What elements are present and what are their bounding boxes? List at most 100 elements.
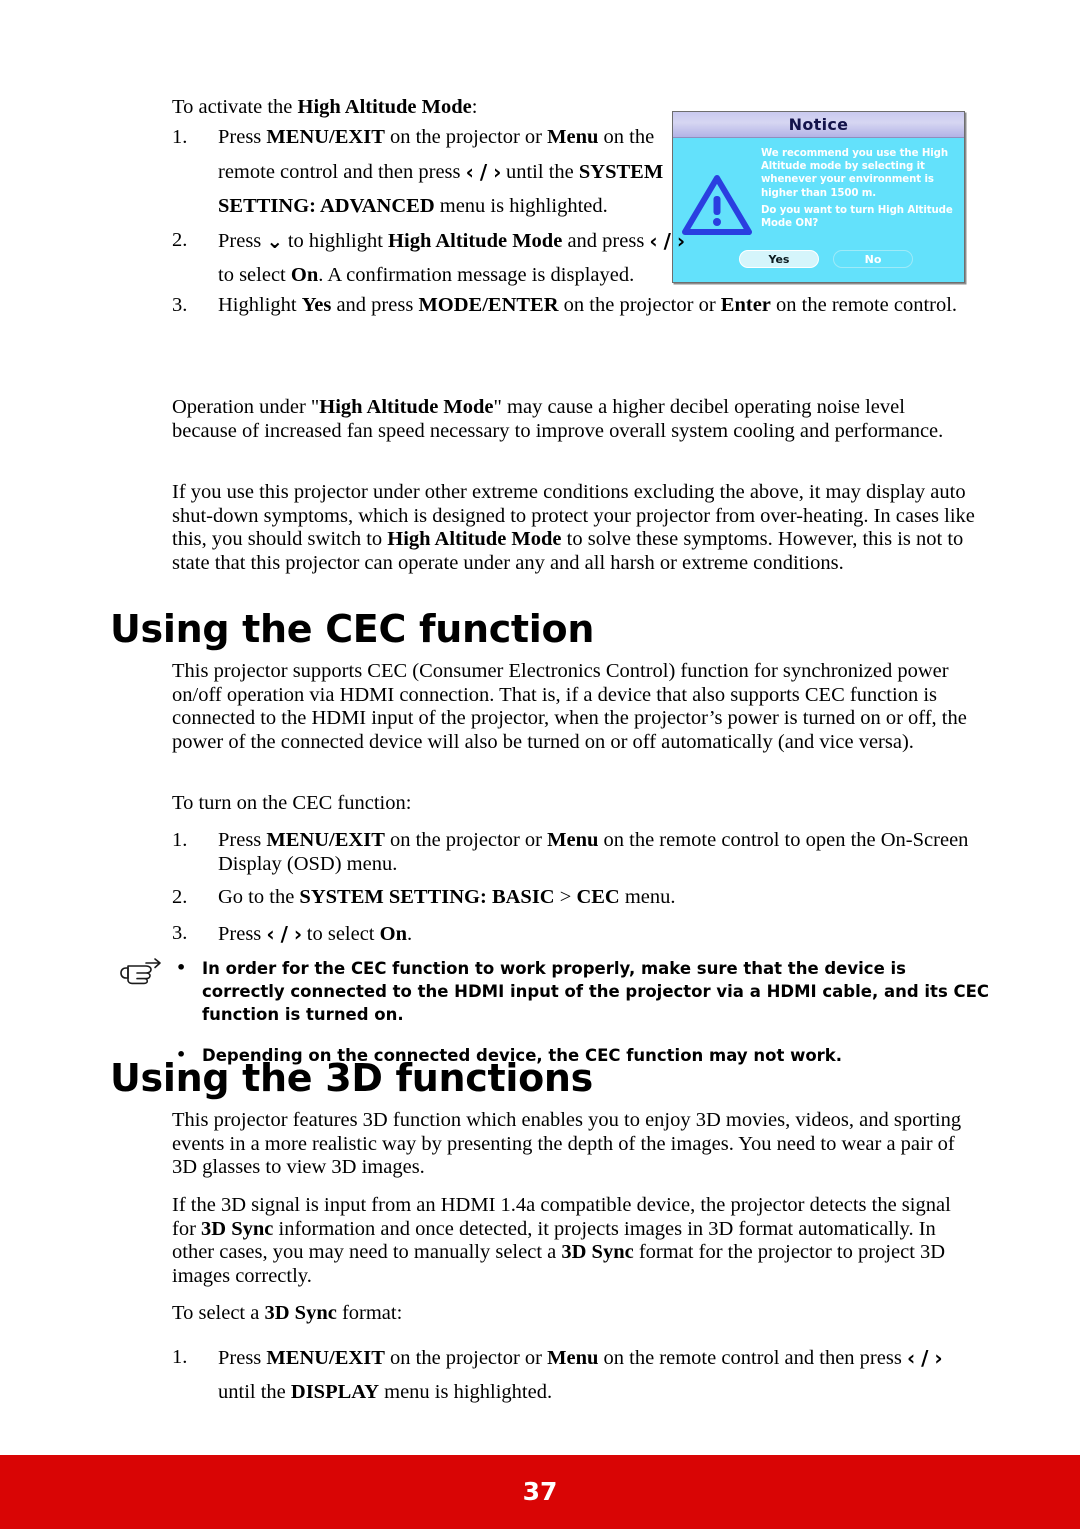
three-d-steps: 1. Press MENU/EXIT on the projector or Me… <box>172 1340 972 1409</box>
text-run: and press <box>562 229 650 252</box>
lead-in-pre: To activate the <box>172 96 298 118</box>
left-right-arrow-icon: ‹ / › <box>906 1346 943 1370</box>
list-item-number: 1. <box>172 125 188 148</box>
emphasis-text: Menu <box>547 125 599 148</box>
text-run: on the remote control and then press <box>598 1347 907 1369</box>
three-d-paragraph-2: If the 3D signal is input from an HDMI 1… <box>172 1194 972 1288</box>
three-d-steps-wrap: 1. Press MENU/EXIT on the projector or Me… <box>172 1340 972 1409</box>
emphasis-text: MENU/EXIT <box>266 125 385 148</box>
emphasis-text: High Altitude Mode <box>387 528 562 551</box>
text-run: To select a <box>172 1302 265 1324</box>
chevron-down-icon: ⌄ <box>266 228 283 253</box>
cec-notes-block: • In order for the CEC function to work p… <box>0 957 1080 1067</box>
emphasis-text: DISPLAY <box>290 1381 379 1403</box>
left-right-arrow-icon: ‹ / › <box>465 159 502 184</box>
list-item-number: 1. <box>172 829 188 851</box>
emphasis-text: SYSTEM SETTING: BASIC <box>299 886 555 909</box>
list-item-text: Press ‹ / › to select On. <box>218 922 413 947</box>
list-item-number: 3. <box>172 922 188 945</box>
emphasis-text: On <box>379 923 407 946</box>
manual-page: Notice We recommend you use the High Alt… <box>0 0 1080 1529</box>
list-item-number: 1. <box>172 1346 188 1368</box>
text-run: Press <box>218 229 267 252</box>
list-item-text: Press MENU/EXIT on the projector or Menu… <box>218 126 663 217</box>
list-item-number: 2. <box>172 886 188 909</box>
page-number: 37 <box>522 1477 558 1506</box>
text-run: to highlight <box>282 229 389 252</box>
emphasis-text: Menu <box>547 1347 599 1369</box>
list-item: 2. Go to the SYSTEM SETTING: BASIC > CEC … <box>172 880 972 914</box>
list-item: 3. Press ‹ / › to select On. <box>172 916 972 951</box>
emphasis-text: On <box>290 263 319 286</box>
list-item-text: Press MENU/EXIT on the projector or Menu… <box>218 1346 943 1403</box>
text-run: to select <box>218 263 291 286</box>
text-run: on the projector or <box>384 1347 548 1369</box>
text-run: on the projector or <box>384 125 548 148</box>
text-run: Press <box>218 125 267 148</box>
cec-section-heading: Using the CEC function <box>110 607 595 651</box>
text-run: until the <box>500 160 579 183</box>
text-run: . A confirmation message is displayed. <box>318 263 635 286</box>
text-run: on the projector or <box>384 829 548 851</box>
pointing-hand-icon <box>120 958 161 985</box>
emphasis-text: 3D Sync <box>264 1302 337 1324</box>
lead-in-bold: High Altitude Mode <box>297 96 472 118</box>
high-altitude-paragraph-2: If you use this projector under other ex… <box>172 481 982 575</box>
emphasis-text: Menu <box>547 829 599 851</box>
text-run: and press <box>331 293 419 316</box>
high-altitude-paragraph-1: Operation under "High Altitude Mode" may… <box>172 396 972 443</box>
list-item-text: Go to the SYSTEM SETTING: BASIC > CEC me… <box>218 886 676 908</box>
emphasis-text: Enter <box>720 293 771 316</box>
text-run: until the <box>218 1381 291 1403</box>
lead-in-post: : <box>471 96 478 118</box>
text-run: . <box>407 923 413 946</box>
text-run: Press <box>218 829 267 851</box>
list-item: 1. Press MENU/EXIT on the projector or Me… <box>172 120 688 223</box>
cec-lead-in: To turn on the CEC function: <box>172 792 412 814</box>
three-d-lead-in: To select a 3D Sync format: <box>172 1302 402 1326</box>
cec-steps: 1. Press MENU/EXIT on the projector or Me… <box>172 829 972 951</box>
list-item-number: 3. <box>172 293 188 316</box>
emphasis-text: High Altitude Mode <box>388 229 563 252</box>
text-run: menu. <box>619 886 676 909</box>
emphasis-text: 3D Sync <box>561 1241 634 1264</box>
note-text: In order for the CEC function to work pr… <box>202 959 989 1024</box>
list-item-text: Press ⌄ to highlight High Altitude Mode … <box>218 228 685 286</box>
text-run: Press <box>218 923 267 946</box>
list-item-text: Press MENU/EXIT on the projector or Menu… <box>218 829 968 875</box>
text-run: format: <box>336 1302 403 1324</box>
emphasis-text: High Altitude Mode <box>319 396 494 418</box>
list-item: 1. Press MENU/EXIT on the projector or Me… <box>172 1340 972 1409</box>
emphasis-text: MODE/ENTER <box>418 293 559 316</box>
text-run: on the projector or <box>558 293 721 316</box>
text-run: Operation under " <box>172 396 320 418</box>
text-run: to select <box>301 923 380 946</box>
left-right-arrow-icon: ‹ / › <box>266 922 302 947</box>
emphasis-text: CEC <box>576 886 620 909</box>
text-run: on the remote control. <box>770 293 958 316</box>
left-right-arrow-icon: ‹ / › <box>649 228 685 253</box>
emphasis-text: Yes <box>301 293 332 316</box>
text-run: > <box>554 886 577 909</box>
cec-paragraph-1: This projector supports CEC (Consumer El… <box>172 660 967 753</box>
high-altitude-lead-in: To activate the High Altitude Mode: <box>172 96 642 120</box>
emphasis-text: 3D Sync <box>201 1217 274 1240</box>
bullet-icon: • <box>176 958 187 977</box>
list-item: 3. Highlight Yes and press MODE/ENTER on … <box>172 294 1018 318</box>
three-d-paragraph-1: This projector features 3D function whic… <box>172 1109 962 1179</box>
text-run: menu is highlighted. <box>434 194 608 217</box>
emphasis-text: MENU/EXIT <box>266 829 385 851</box>
high-altitude-block: To activate the High Altitude Mode: 1. Pr… <box>0 96 1080 317</box>
list-item-text: Highlight Yes and press MODE/ENTER on th… <box>218 294 957 316</box>
three-d-section-heading: Using the 3D functions <box>110 1056 593 1100</box>
list-item: 1. Press MENU/EXIT on the projector or Me… <box>172 829 972 876</box>
text-run: Press <box>218 1347 267 1369</box>
cec-steps-wrap: 1. Press MENU/EXIT on the projector or Me… <box>172 829 972 951</box>
text-run: menu is highlighted. <box>379 1381 553 1403</box>
list-item-number: 2. <box>172 228 188 251</box>
text-run: Go to the <box>218 886 300 909</box>
text-run: Highlight <box>218 293 302 316</box>
high-altitude-steps: 1. Press MENU/EXIT on the projector or Me… <box>172 120 1080 318</box>
emphasis-text: MENU/EXIT <box>266 1347 385 1369</box>
note-item: • In order for the CEC function to work p… <box>172 957 992 1026</box>
